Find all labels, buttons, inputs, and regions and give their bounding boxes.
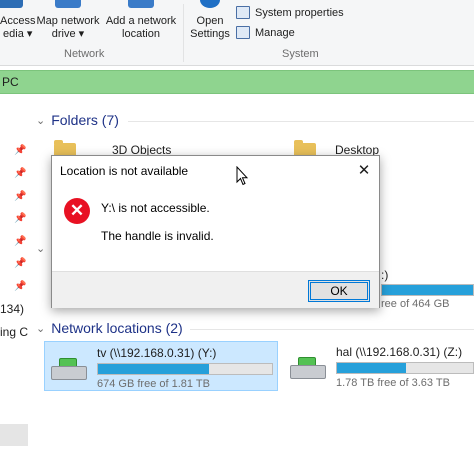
pin-icon[interactable]: 📌 <box>14 282 26 292</box>
error-dialog: Location is not available ✕ ✕ Y:\ is not… <box>51 155 380 308</box>
network-drive-z[interactable]: hal (\\192.168.0.31) (Z:) 1.78 TB free o… <box>284 341 474 391</box>
devices-section-header[interactable]: ⌄ <box>36 242 45 255</box>
section-divider <box>190 329 474 330</box>
map-drive-label: Map network drive ▾ <box>34 15 102 41</box>
network-drive-icon <box>55 0 81 8</box>
media-icon <box>0 0 23 8</box>
chevron-down-icon: ⌄ <box>36 322 46 335</box>
manage-icon <box>236 26 250 39</box>
cursor-icon <box>236 166 248 186</box>
dialog-title: Location is not available <box>60 164 189 178</box>
manage-button[interactable]: Manage <box>236 26 295 39</box>
drive-usage-bar <box>97 363 273 375</box>
device-free-space: ree of 464 GB <box>381 298 450 310</box>
address-bar[interactable]: PC <box>0 70 474 94</box>
add-location-label-line1: Add a network <box>105 15 177 27</box>
folders-section-header[interactable]: ⌄ Folders (7) <box>36 112 119 128</box>
map-drive-label-line1: Map network <box>36 15 100 27</box>
drive-name: hal (\\192.168.0.31) (Z:) <box>336 345 463 359</box>
device-usage-bar <box>381 284 474 296</box>
dialog-footer: OK <box>52 271 379 308</box>
error-icon: ✕ <box>64 198 90 224</box>
pin-icon[interactable]: 📌 <box>14 259 26 269</box>
drive-free-space: 674 GB free of 1.81 TB <box>97 378 210 390</box>
drive-name: tv (\\192.168.0.31) (Y:) <box>97 346 217 360</box>
group-separator <box>183 4 184 62</box>
media-label-line2: edia ▾ <box>3 28 33 40</box>
open-settings-label-line1: Open <box>196 15 224 27</box>
network-drive-icon <box>290 357 326 381</box>
add-location-label: Add a network location <box>104 15 178 41</box>
chevron-down-icon: ⌄ <box>36 114 46 127</box>
group-label-system: System <box>282 48 319 60</box>
folders-heading: Folders (7) <box>51 112 119 128</box>
system-properties-button[interactable]: System properties <box>236 6 344 19</box>
pin-icon[interactable]: 📌 <box>14 237 26 247</box>
section-divider <box>128 121 474 122</box>
open-settings-label-line2: Settings <box>190 28 230 40</box>
add-location-label-line2: location <box>122 28 160 40</box>
pin-icon[interactable]: 📌 <box>14 169 26 179</box>
network-location-icon <box>128 0 154 8</box>
ok-button[interactable]: OK <box>308 280 370 302</box>
pin-icon[interactable]: 📌 <box>14 146 26 156</box>
ribbon: Access edia ▾ Map network drive ▾ Add a … <box>0 0 474 66</box>
media-label-line1: Access <box>0 15 36 27</box>
dialog-body: ✕ Y:\ is not accessible. The handle is i… <box>52 186 379 271</box>
group-label-network: Network <box>64 48 105 60</box>
media-label: Access edia ▾ <box>0 15 35 41</box>
pin-icon[interactable]: 📌 <box>14 192 26 202</box>
network-locations-header[interactable]: ⌄ Network locations (2) <box>36 320 183 336</box>
chevron-down-icon: ⌄ <box>36 243 46 255</box>
drive-free-space: 1.78 TB free of 3.63 TB <box>336 377 450 389</box>
device-name-partial: :) <box>381 268 389 282</box>
network-locations-heading: Network locations (2) <box>51 320 183 336</box>
open-settings-label: Open Settings <box>188 15 232 41</box>
nav-item-partial-label[interactable]: ing C <box>0 325 28 339</box>
close-icon[interactable]: ✕ <box>349 156 379 186</box>
pin-icon[interactable]: 📌 <box>14 214 26 224</box>
drive-usage-fill <box>98 364 210 374</box>
dialog-message: Y:\ is not accessible. <box>101 201 210 215</box>
manage-label: Manage <box>255 26 295 39</box>
drive-usage-bar <box>336 362 474 374</box>
nav-item-partial-count[interactable]: 134) <box>0 302 24 316</box>
dialog-detail: The handle is invalid. <box>101 229 214 243</box>
address-text: PC <box>2 75 19 89</box>
network-drive-icon <box>51 358 87 382</box>
map-drive-label-line2: drive ▾ <box>51 28 85 40</box>
nav-item-selected[interactable] <box>0 424 28 446</box>
network-drive-y[interactable]: tv (\\192.168.0.31) (Y:) 674 GB free of … <box>44 341 278 391</box>
drive-usage-fill <box>337 363 407 373</box>
system-properties-icon <box>236 6 250 19</box>
gear-icon <box>200 0 220 8</box>
system-properties-label: System properties <box>255 6 344 19</box>
